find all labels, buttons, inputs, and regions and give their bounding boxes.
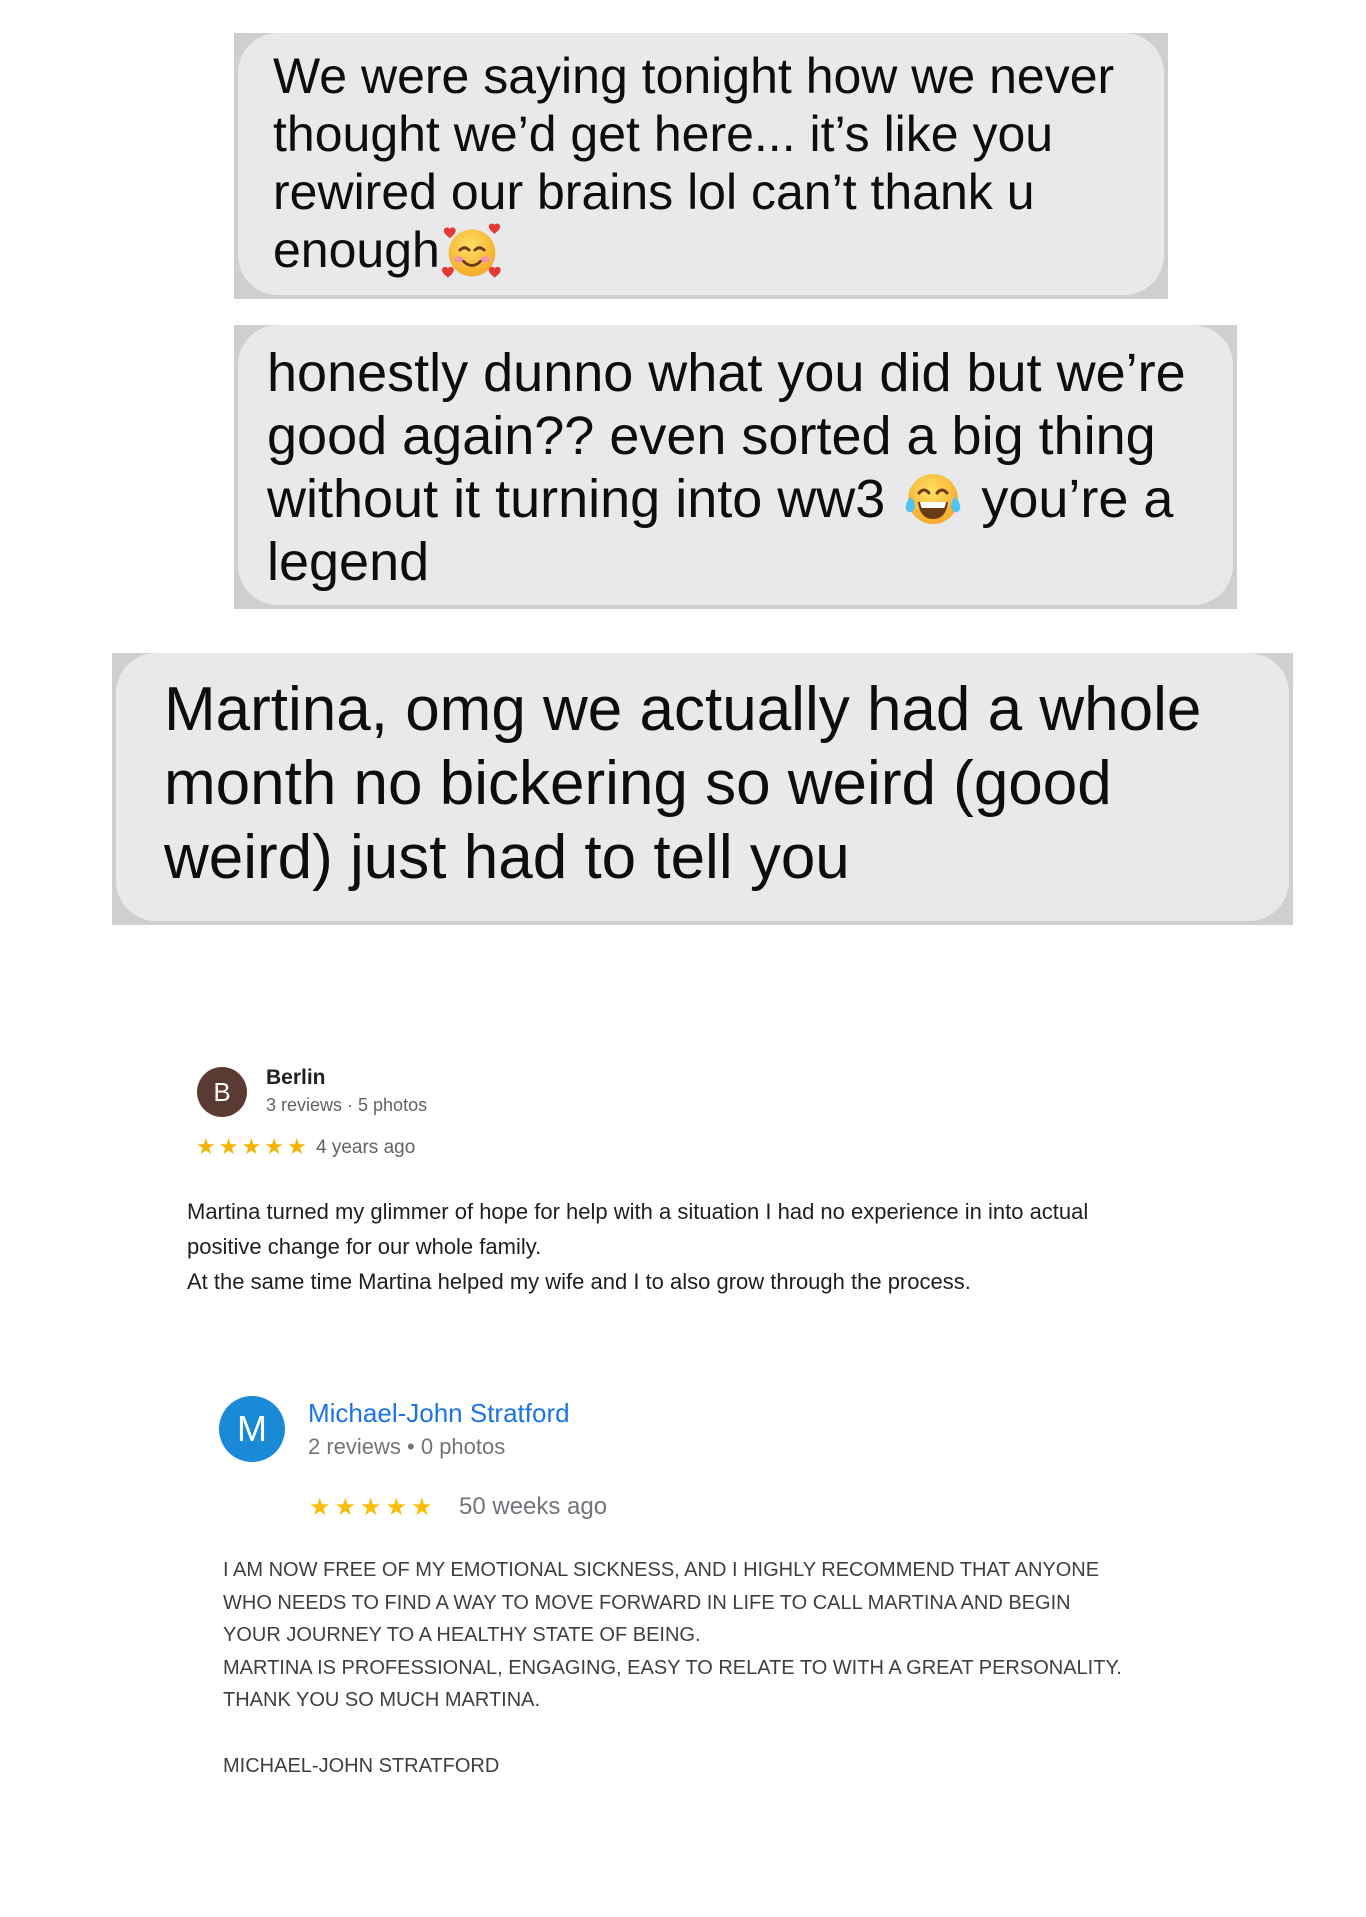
message-bubble: We were saying tonight how we never thou… [234, 33, 1168, 299]
star-icon: ★ [196, 1135, 219, 1160]
review-signature: MICHAEL-JOHN STRATFORD [223, 1755, 500, 1777]
avatar[interactable]: M [219, 1396, 285, 1462]
message-line: weird) just had to tell you [164, 823, 850, 892]
star-icon: ★ [218, 1135, 242, 1160]
reviewer-meta: 2 reviews • 0 photos [308, 1434, 506, 1459]
review-time: 50 weeks ago [459, 1493, 608, 1520]
message-text: you’re a [981, 469, 1174, 529]
avatar[interactable]: B [197, 1067, 247, 1117]
message-bubble-body: honestly dunno what you did but we’re go… [238, 325, 1233, 605]
message-line: rewired our brains lol can’t thank u [273, 164, 1035, 220]
star-icon: ★ [411, 1493, 437, 1521]
message-line: without it turning into ww3 you’re a [267, 468, 1233, 531]
smiling-face-with-hearts-icon [441, 221, 502, 281]
message-line: honestly dunno what you did but we’re [267, 343, 1186, 403]
message-bubble-body: Martina, omg we actually had a whole mon… [116, 653, 1289, 921]
review-text-line: I AM NOW FREE OF MY EMOTIONAL SICKNESS, … [223, 1559, 1100, 1581]
message-line: enough [273, 221, 1164, 279]
message-bubble-body: We were saying tonight how we never thou… [238, 33, 1164, 295]
star-icon: ★ [264, 1135, 287, 1160]
review-text-line: THANK YOU SO MUCH MARTINA. [223, 1689, 541, 1712]
reviewer-meta: 3 reviews · 5 photos [266, 1095, 428, 1115]
face-with-tears-of-joy-icon [901, 467, 965, 531]
star-icon: ★ [385, 1493, 412, 1521]
review-text: Martina turned my glimmer of hope for he… [187, 1194, 1088, 1299]
star-icon: ★ [286, 1135, 310, 1160]
reviewer-name[interactable]: Berlin [266, 1065, 326, 1091]
star-icon: ★ [334, 1493, 361, 1521]
message-line: good again?? even sorted a big thing [267, 406, 1156, 466]
reviewer-name[interactable]: Michael-John Stratford [308, 1397, 570, 1429]
message-bubble: honestly dunno what you did but we’re go… [234, 325, 1237, 609]
star-icon: ★ [241, 1135, 265, 1160]
review-text-line: YOUR JOURNEY TO A HEALTHY STATE OF BEING… [223, 1624, 701, 1647]
message-text: enough [273, 222, 440, 278]
message-text: without it turning into ww3 [267, 469, 886, 529]
message-bubble: Martina, omg we actually had a whole mon… [112, 653, 1293, 925]
message-line: thought we’d get here... it’s like you [273, 106, 1054, 162]
review-text-line: At the same time Martina helped my wife … [187, 1269, 971, 1294]
star-icon: ★ [309, 1493, 335, 1521]
review-text-line: positive change for our whole family. [187, 1234, 542, 1259]
message-line: legend [267, 532, 430, 592]
review-text-line: MARTINA IS PROFESSIONAL, ENGAGING, EASY … [223, 1656, 1122, 1679]
star-rating: ★★★★★ [309, 1492, 437, 1522]
message-line: We were saying tonight how we never [273, 48, 1115, 104]
review-text-line: Martina turned my glimmer of hope for he… [187, 1199, 1089, 1224]
star-icon: ★ [360, 1493, 386, 1521]
message-line: month no bickering so weird (good [164, 749, 1112, 818]
review-text: I AM NOW FREE OF MY EMOTIONAL SICKNESS, … [223, 1554, 1122, 1717]
review-time: 4 years ago [316, 1137, 416, 1158]
message-line: Martina, omg we actually had a whole [164, 675, 1202, 744]
review-text-line: WHO NEEDS TO FIND A WAY TO MOVE FORWARD … [223, 1591, 1071, 1614]
star-rating: ★★★★★ [196, 1134, 310, 1162]
